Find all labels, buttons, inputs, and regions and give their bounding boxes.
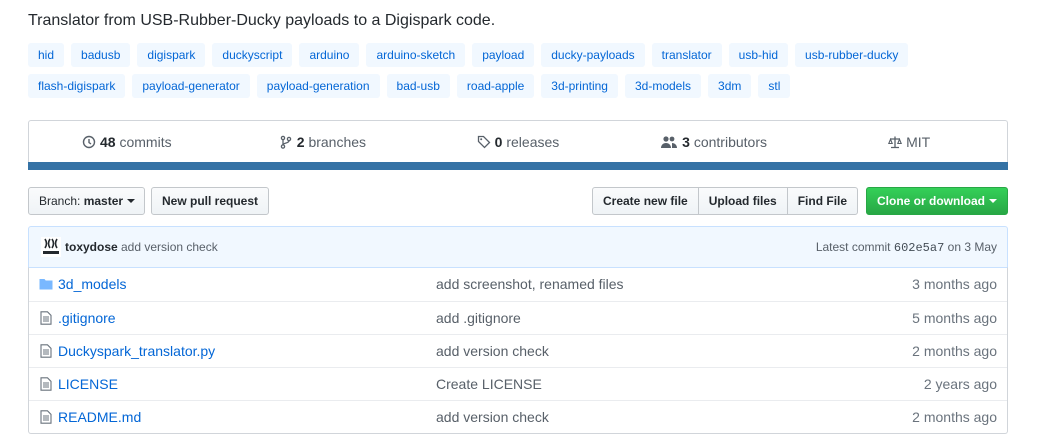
file-commit-message[interactable]: Create LICENSE: [436, 376, 542, 392]
latest-commit-bar: toxydose add version check Latest commit…: [28, 226, 1008, 268]
contributors-count: 3: [682, 134, 690, 150]
file-commit-message[interactable]: add .gitignore: [436, 310, 521, 326]
file-list: 3d_models add screenshot, renamed files …: [28, 267, 1008, 434]
topic-tag[interactable]: 3d-models: [624, 74, 702, 98]
topic-tag[interactable]: arduino: [299, 43, 360, 67]
file-actions-group: Create new file Upload files Find File: [592, 187, 859, 215]
file-text-icon: [40, 344, 52, 358]
topic-tag[interactable]: road-apple: [456, 74, 535, 98]
releases-link[interactable]: 0 releases: [420, 134, 616, 150]
topic-tag[interactable]: 3d-printing: [541, 74, 618, 98]
file-row: 3d_models add screenshot, renamed files …: [29, 268, 1007, 301]
branches-count: 2: [296, 134, 305, 150]
topic-tag[interactable]: payload: [472, 43, 535, 67]
caret-down-icon: [989, 199, 997, 203]
branch-prefix: Branch:: [39, 194, 81, 208]
file-age: 2 months ago: [912, 409, 997, 425]
releases-label: releases: [506, 134, 560, 150]
commits-link[interactable]: 48 commits: [29, 134, 225, 150]
contributors-link[interactable]: 3 contributors: [616, 134, 812, 150]
releases-count: 0: [494, 134, 503, 150]
file-row: LICENSE Create LICENSE 2 years ago: [29, 367, 1007, 400]
topic-tag[interactable]: bad-usb: [386, 74, 450, 98]
file-age: 2 months ago: [912, 343, 997, 359]
numbers-summary: 48 commits 2 branches 0 releases 3 contr…: [28, 120, 1008, 170]
topics-row-2: flash-digispark payload-generator payloa…: [28, 74, 1028, 98]
commit-sha-link[interactable]: 602e5a7: [894, 241, 944, 255]
file-name-link[interactable]: LICENSE: [58, 376, 118, 392]
topic-tag[interactable]: usb-rubber-ducky: [795, 43, 909, 67]
latest-commit-label: Latest commit: [815, 240, 891, 254]
file-age: 5 months ago: [912, 310, 997, 326]
file-text-icon: [40, 311, 52, 325]
commits-count: 48: [100, 134, 116, 150]
create-new-file-button[interactable]: Create new file: [592, 187, 699, 215]
branches-link[interactable]: 2 branches: [225, 134, 421, 150]
commits-label: commits: [119, 134, 172, 150]
file-commit-message[interactable]: add screenshot, renamed files: [436, 276, 624, 292]
branches-label: branches: [308, 134, 367, 150]
topic-tag[interactable]: stl: [758, 74, 791, 98]
topic-tag[interactable]: digispark: [137, 43, 206, 67]
file-row: Duckyspark_translator.py add version che…: [29, 334, 1007, 367]
clone-or-download-button[interactable]: Clone or download: [866, 187, 1008, 215]
topic-tag[interactable]: payload-generation: [256, 74, 380, 98]
topic-tag[interactable]: duckyscript: [212, 43, 293, 67]
latest-commit-info: Latest commit 602e5a7 on 3 May: [816, 240, 997, 255]
topics-row-1: hid badusb digispark duckyscript arduino…: [28, 43, 1028, 67]
folder-icon: [39, 279, 53, 290]
topics-list: hid badusb digispark duckyscript arduino…: [28, 43, 1028, 105]
topic-tag[interactable]: ducky-payloads: [541, 43, 645, 67]
topic-tag[interactable]: payload-generator: [132, 74, 250, 98]
repo-description: Translator from USB-Rubber-Ducky payload…: [28, 12, 496, 29]
branch-select-button[interactable]: Branch: master: [28, 187, 145, 215]
new-pull-request-button[interactable]: New pull request: [151, 187, 269, 215]
topic-tag[interactable]: hid: [28, 43, 65, 67]
people-icon: [661, 136, 678, 148]
file-name-link[interactable]: 3d_models: [58, 276, 127, 292]
upload-files-button[interactable]: Upload files: [697, 187, 788, 215]
commit-author-link[interactable]: toxydose: [65, 240, 118, 254]
topic-tag[interactable]: arduino-sketch: [366, 43, 466, 67]
file-age: 2 years ago: [923, 376, 997, 392]
license-link[interactable]: MIT: [811, 134, 1007, 150]
file-age: 3 months ago: [912, 276, 997, 292]
topic-tag[interactable]: translator: [651, 43, 722, 67]
topic-tag[interactable]: 3dm: [708, 74, 752, 98]
file-text-icon: [40, 410, 52, 424]
caret-down-icon: [127, 199, 136, 203]
topic-tag[interactable]: flash-digispark: [28, 74, 126, 98]
file-text-icon: [40, 377, 52, 391]
file-name-link[interactable]: README.md: [58, 409, 141, 425]
law-icon: [888, 136, 903, 149]
clone-label: Clone or download: [877, 194, 985, 208]
topic-tag[interactable]: usb-hid: [728, 43, 789, 67]
avatar[interactable]: [41, 237, 61, 257]
topic-tag[interactable]: badusb: [71, 43, 131, 67]
find-file-button[interactable]: Find File: [786, 187, 859, 215]
commit-message-link[interactable]: add version check: [121, 240, 218, 254]
file-commit-message[interactable]: add version check: [436, 409, 549, 425]
history-icon: [82, 135, 96, 149]
file-name-link[interactable]: Duckyspark_translator.py: [58, 343, 215, 359]
branch-icon: [280, 135, 291, 149]
file-row: .gitignore add .gitignore 5 months ago: [29, 301, 1007, 334]
branch-name: master: [83, 194, 124, 208]
commit-date: on 3 May: [947, 240, 997, 254]
tag-icon: [477, 135, 491, 149]
file-commit-message[interactable]: add version check: [436, 343, 549, 359]
language-bar[interactable]: [28, 162, 1008, 170]
contributors-label: contributors: [693, 134, 767, 150]
file-name-link[interactable]: .gitignore: [58, 310, 116, 326]
file-row: README.md add version check 2 months ago: [29, 400, 1007, 433]
license-label: MIT: [906, 134, 931, 150]
